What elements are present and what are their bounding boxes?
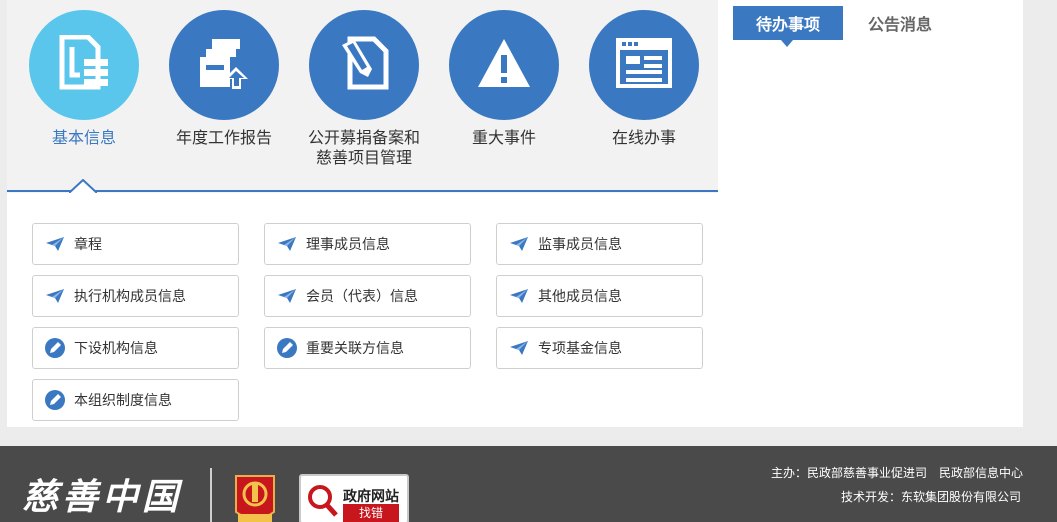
item-executive-members[interactable]: 执行机构成员信息 <box>32 275 239 317</box>
item-council-members[interactable]: 理事成员信息 <box>264 223 471 265</box>
pen-circle-icon <box>45 390 65 410</box>
footer-logo: 慈善中国 <box>22 476 183 518</box>
tab-todo[interactable]: 待办事项 <box>733 6 843 40</box>
nav-label-fundraising-line1: 公开募捐备案和 <box>307 128 420 147</box>
pen-circle-icon <box>45 338 65 358</box>
gov-site-error-badge[interactable]: 政府网站 找错 <box>299 474 409 522</box>
item-charter[interactable]: 章程 <box>32 223 239 265</box>
magnifier-icon <box>308 485 338 517</box>
item-special-funds[interactable]: 专项基金信息 <box>496 327 703 369</box>
item-label: 会员（代表）信息 <box>306 289 418 305</box>
paper-plane-icon <box>509 234 529 254</box>
footer: 慈善中国 政府网站 找错 主办：民政部慈善事业促进司 民政部信息中心 技术开发：… <box>0 446 1057 522</box>
footer-developer-info: 技术开发：东软集团股份有限公司 <box>840 490 1021 504</box>
paper-plane-icon <box>277 286 297 306</box>
pen-circle-icon <box>277 338 297 358</box>
item-label: 章程 <box>74 237 102 253</box>
item-label: 执行机构成员信息 <box>74 289 186 305</box>
item-label: 监事成员信息 <box>538 237 622 253</box>
gov-badge-title: 政府网站 <box>343 489 399 505</box>
nav-item-major-events[interactable]: 重大事件 <box>434 10 574 148</box>
report-upload-icon <box>196 35 252 95</box>
footer-host-info: 主办：民政部慈善事业促进司 民政部信息中心 <box>770 466 1023 480</box>
nav-item-online-service[interactable]: 在线办事 <box>574 10 714 148</box>
party-emblem-icon[interactable] <box>232 474 278 522</box>
paper-plane-icon <box>277 234 297 254</box>
nav-label-fundraising-line2: 慈善项目管理 <box>315 148 412 167</box>
nav-item-fundraising[interactable]: 公开募捐备案和 慈善项目管理 <box>294 10 434 168</box>
main-panel: 基本信息 年度工作报告 公开募捐备案和 慈善项目管理 重大事件 在线办事 章程 … <box>7 0 718 427</box>
item-member-representatives[interactable]: 会员（代表）信息 <box>264 275 471 317</box>
nav-circle-online-service <box>589 10 699 120</box>
paper-plane-icon <box>45 286 65 306</box>
paper-plane-icon <box>509 338 529 358</box>
side-panel: 待办事项 公告消息 <box>718 0 1023 427</box>
item-org-regulations[interactable]: 本组织制度信息 <box>32 379 239 421</box>
paper-plane-icon <box>45 234 65 254</box>
nav-label-major-events: 重大事件 <box>471 128 536 147</box>
edit-document-icon <box>336 35 392 95</box>
item-related-parties[interactable]: 重要关联方信息 <box>264 327 471 369</box>
category-nav: 基本信息 年度工作报告 公开募捐备案和 慈善项目管理 重大事件 在线办事 <box>7 0 718 193</box>
nav-item-annual-report[interactable]: 年度工作报告 <box>154 10 294 148</box>
nav-circle-annual-report <box>169 10 279 120</box>
warning-icon <box>476 37 532 93</box>
item-label: 专项基金信息 <box>538 341 622 357</box>
paper-plane-icon <box>509 286 529 306</box>
item-supervisor-members[interactable]: 监事成员信息 <box>496 223 703 265</box>
item-label: 下设机构信息 <box>74 341 158 357</box>
info-items-grid: 章程 理事成员信息 监事成员信息 执行机构成员信息 会员（代表）信息 其他成员信… <box>7 193 718 427</box>
active-tab-caret <box>69 179 97 193</box>
page: 基本信息 年度工作报告 公开募捐备案和 慈善项目管理 重大事件 在线办事 章程 … <box>0 0 1057 522</box>
item-subordinate-orgs[interactable]: 下设机构信息 <box>32 327 239 369</box>
item-label: 理事成员信息 <box>306 237 390 253</box>
item-label: 重要关联方信息 <box>306 341 404 357</box>
gov-badge-sub: 找错 <box>343 504 399 522</box>
item-other-members[interactable]: 其他成员信息 <box>496 275 703 317</box>
item-label: 本组织制度信息 <box>74 393 172 409</box>
nav-label-annual-report: 年度工作报告 <box>175 128 272 147</box>
footer-divider <box>210 468 212 522</box>
nav-circle-major-events <box>449 10 559 120</box>
nav-circle-basic-info <box>29 10 139 120</box>
nav-label-online-service: 在线办事 <box>611 128 676 147</box>
item-label: 其他成员信息 <box>538 289 622 305</box>
tab-active-caret <box>781 40 793 47</box>
document-icon <box>58 34 110 95</box>
browser-window-icon <box>616 38 672 92</box>
tab-notice[interactable]: 公告消息 <box>855 6 945 40</box>
nav-label-basic-info: 基本信息 <box>51 128 116 147</box>
nav-item-basic-info[interactable]: 基本信息 <box>14 10 154 148</box>
nav-circle-fundraising <box>309 10 419 120</box>
